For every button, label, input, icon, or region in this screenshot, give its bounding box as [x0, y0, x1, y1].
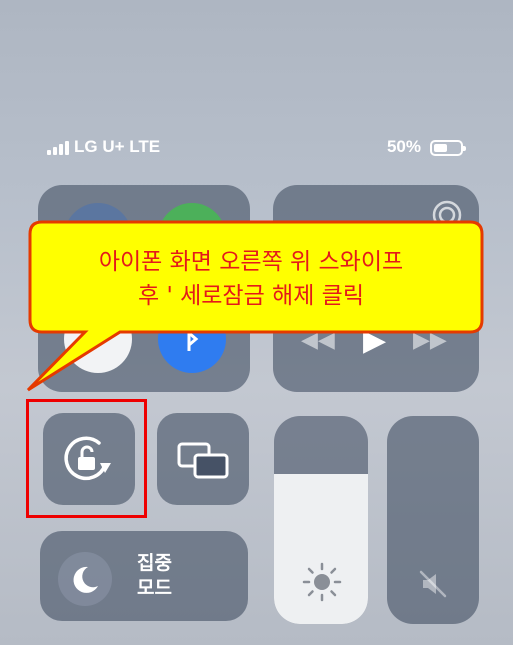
callout-line1: 아이폰 화면 오른쪽 위 스와이프: [98, 249, 404, 275]
battery-percent: 50%: [386, 137, 421, 156]
sun-icon: [302, 562, 342, 602]
volume-slider[interactable]: [387, 416, 479, 624]
screen-mirroring-icon: [177, 442, 229, 479]
speaker-mute-icon: [419, 570, 447, 598]
highlight-box: [26, 399, 147, 518]
callout-line2: 후 ' 세로잠금 해제 클릭: [137, 283, 364, 309]
carrier-label: LG U+ LTE: [74, 137, 161, 156]
play-icon[interactable]: ▶: [363, 323, 386, 358]
moon-icon: [73, 566, 98, 593]
callout-text: 아이폰 화면 오른쪽 위 스와이프 후 ' 세로잠금 해제 클릭: [20, 245, 482, 313]
bluetooth-icon: [187, 329, 199, 351]
wifi-button[interactable]: [64, 305, 132, 373]
battery-icon: [430, 140, 466, 156]
forward-icon[interactable]: ▶▶: [413, 327, 447, 353]
rewind-icon[interactable]: ◀◀: [301, 327, 335, 353]
focus-label-line2: 모드: [137, 578, 172, 599]
bluetooth-button[interactable]: [158, 305, 226, 373]
brightness-slider[interactable]: [274, 416, 368, 624]
airplay-audio-icon[interactable]: [431, 199, 463, 231]
focus-label: 집중 모드: [137, 551, 172, 601]
moon-icon-circle: [58, 552, 112, 606]
status-bar: LG U+ LTE 50%: [47, 137, 473, 161]
focus-label-line1: 집중: [137, 553, 172, 574]
signal-icon: [47, 141, 69, 155]
screen-mirroring-button[interactable]: [157, 413, 249, 505]
focus-mode-button[interactable]: 집중 모드: [40, 531, 248, 621]
